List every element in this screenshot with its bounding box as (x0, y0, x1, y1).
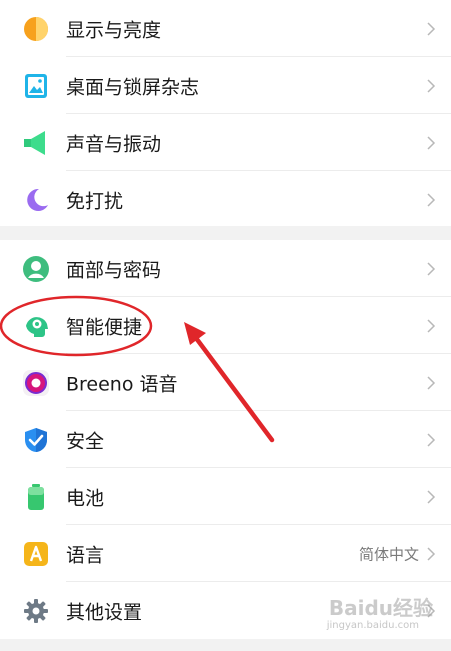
chevron-right-icon (427, 546, 436, 561)
language-icon (24, 541, 48, 566)
settings-item-label: 安全 (66, 430, 105, 452)
chevron-right-icon (427, 489, 436, 504)
language-current-value: 简体中文 (358, 545, 419, 563)
wallpaper-icon (25, 73, 47, 98)
settings-item-security[interactable]: 安全 (0, 411, 451, 468)
chevron-right-icon (427, 192, 436, 207)
shield-icon (24, 427, 48, 452)
moon-icon (27, 188, 48, 211)
breeno-icon (23, 369, 49, 396)
chevron-right-icon (427, 78, 436, 93)
settings-item-battery[interactable]: 电池 (0, 468, 451, 525)
settings-item-label: 显示与亮度 (66, 19, 162, 41)
settings-item-sound-vibration[interactable]: 声音与振动 (0, 114, 451, 171)
chevron-right-icon (427, 261, 436, 276)
watermark-url: jingyan.baidu.com (326, 620, 419, 631)
chevron-right-icon (427, 375, 436, 390)
settings-item-language[interactable]: 语言 简体中文 (0, 525, 451, 582)
settings-item-label: 其他设置 (66, 601, 143, 623)
watermark: Baidu经验 (328, 596, 433, 620)
display-brightness-icon (24, 16, 48, 41)
settings-item-label: 面部与密码 (66, 259, 162, 281)
settings-item-breeno-voice[interactable]: Breeno 语音 (0, 354, 451, 411)
battery-icon (28, 483, 44, 510)
settings-item-smart-convenience[interactable]: 智能便捷 (0, 297, 451, 354)
settings-item-label: Breeno 语音 (66, 373, 178, 395)
settings-item-label: 电池 (66, 487, 105, 509)
settings-item-wallpaper[interactable]: 桌面与锁屏杂志 (0, 57, 451, 114)
settings-group-1: 显示与亮度 桌面与锁屏杂志 声音与振动 免打扰 (0, 0, 451, 226)
section-gap (0, 226, 451, 240)
settings-item-do-not-disturb[interactable]: 免打扰 (0, 171, 451, 228)
settings-item-label: 免打扰 (66, 190, 124, 212)
settings-item-face-password[interactable]: 面部与密码 (0, 240, 451, 297)
settings-group-2: 面部与密码 智能便捷 Breeno 语音 安全 电池 语言 简体中文 其他设置 (0, 240, 451, 639)
face-password-icon (23, 255, 49, 282)
chevron-right-icon (427, 135, 436, 150)
chevron-right-icon (427, 432, 436, 447)
settings-item-display-brightness[interactable]: 显示与亮度 (0, 0, 451, 57)
smart-head-icon (26, 316, 48, 337)
settings-item-label: 智能便捷 (66, 316, 143, 338)
gear-icon (24, 598, 48, 623)
settings-item-label: 声音与振动 (66, 133, 162, 155)
section-gap (0, 639, 451, 651)
settings-item-label: 桌面与锁屏杂志 (66, 76, 200, 98)
settings-item-label: 语言 (66, 544, 105, 566)
chevron-right-icon (427, 318, 436, 333)
chevron-right-icon (427, 21, 436, 36)
sound-icon (24, 130, 45, 155)
